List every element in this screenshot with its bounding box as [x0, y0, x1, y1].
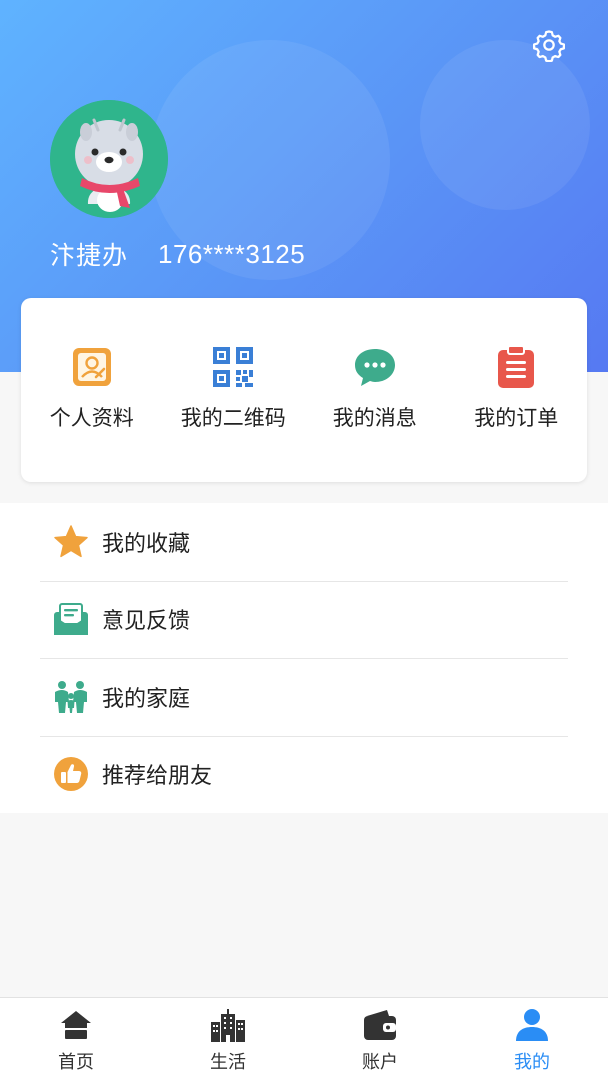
menu-item-label: 我的家庭	[102, 686, 191, 712]
user-phone: 176****3125	[158, 238, 306, 269]
menu-list: 我的收藏 意见反馈 我的家庭 推荐给朋友	[0, 503, 608, 813]
tab-home[interactable]: 首页	[0, 998, 152, 1080]
quick-action-profile[interactable]: 个人资料	[27, 344, 157, 432]
user-info: 汴捷办 176****3125	[50, 234, 305, 274]
tab-mine[interactable]: 我的	[456, 998, 608, 1080]
person-icon	[516, 1009, 548, 1041]
profile-card-icon	[72, 348, 111, 386]
menu-item-label: 推荐给朋友	[102, 764, 213, 790]
message-bubble-icon	[354, 349, 395, 386]
tab-label: 首页	[58, 1052, 94, 1073]
quick-action-label: 我的消息	[332, 406, 417, 430]
quick-action-qr-code[interactable]: 我的二维码	[168, 344, 298, 432]
feedback-mail-icon	[54, 603, 88, 636]
family-icon	[55, 680, 87, 713]
tab-life[interactable]: 生活	[152, 998, 304, 1080]
quick-action-messages[interactable]: 我的消息	[310, 344, 440, 432]
wallet-icon	[364, 1010, 396, 1040]
quick-action-label: 我的二维码	[180, 406, 286, 430]
city-buildings-icon	[211, 1009, 245, 1042]
menu-item-label: 我的收藏	[102, 531, 191, 557]
qr-code-icon	[213, 347, 254, 387]
tab-account[interactable]: 账户	[304, 998, 456, 1080]
clipboard-icon	[498, 345, 535, 388]
gear-icon	[532, 30, 566, 62]
bear-avatar-image	[50, 100, 168, 218]
quick-action-orders[interactable]: 我的订单	[451, 344, 581, 432]
user-name: 汴捷办	[50, 241, 129, 270]
menu-item-favorites[interactable]: 我的收藏	[0, 503, 608, 581]
tab-label: 账户	[362, 1052, 398, 1073]
star-icon	[54, 525, 88, 557]
settings-button[interactable]	[528, 24, 570, 66]
menu-item-recommend[interactable]: 推荐给朋友	[0, 735, 608, 814]
menu-item-family[interactable]: 我的家庭	[0, 658, 608, 736]
avatar[interactable]	[50, 100, 168, 218]
menu-item-feedback[interactable]: 意见反馈	[0, 580, 608, 659]
quick-action-label: 个人资料	[49, 406, 134, 430]
quick-action-label: 我的订单	[474, 406, 559, 430]
tab-label: 我的	[514, 1052, 550, 1073]
menu-item-label: 意见反馈	[102, 609, 191, 635]
profile-screen: 汴捷办 176****3125 个人资料 我的二维码 我的消息 我的订单 我的收…	[0, 0, 608, 1080]
quick-actions-card: 个人资料 我的二维码 我的消息 我的订单	[21, 298, 587, 482]
bottom-tab-bar: 首页 生活 账户 我的	[0, 997, 608, 1080]
tab-label: 生活	[210, 1052, 246, 1073]
home-icon	[61, 1011, 91, 1039]
thumbs-up-icon	[54, 757, 88, 792]
